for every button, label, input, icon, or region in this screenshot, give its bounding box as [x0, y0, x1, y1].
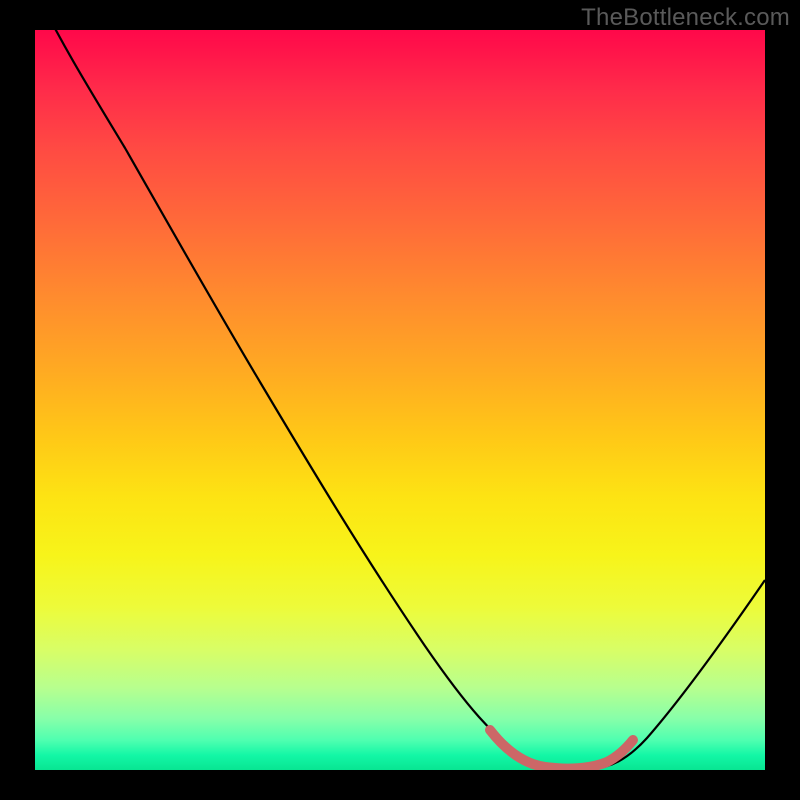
highlight-band — [490, 730, 633, 769]
bottleneck-curve — [35, 30, 765, 769]
plot-area — [35, 30, 765, 770]
curve-layer — [35, 30, 765, 770]
watermark-text: TheBottleneck.com — [581, 4, 790, 32]
chart-frame: TheBottleneck.com — [0, 0, 800, 800]
